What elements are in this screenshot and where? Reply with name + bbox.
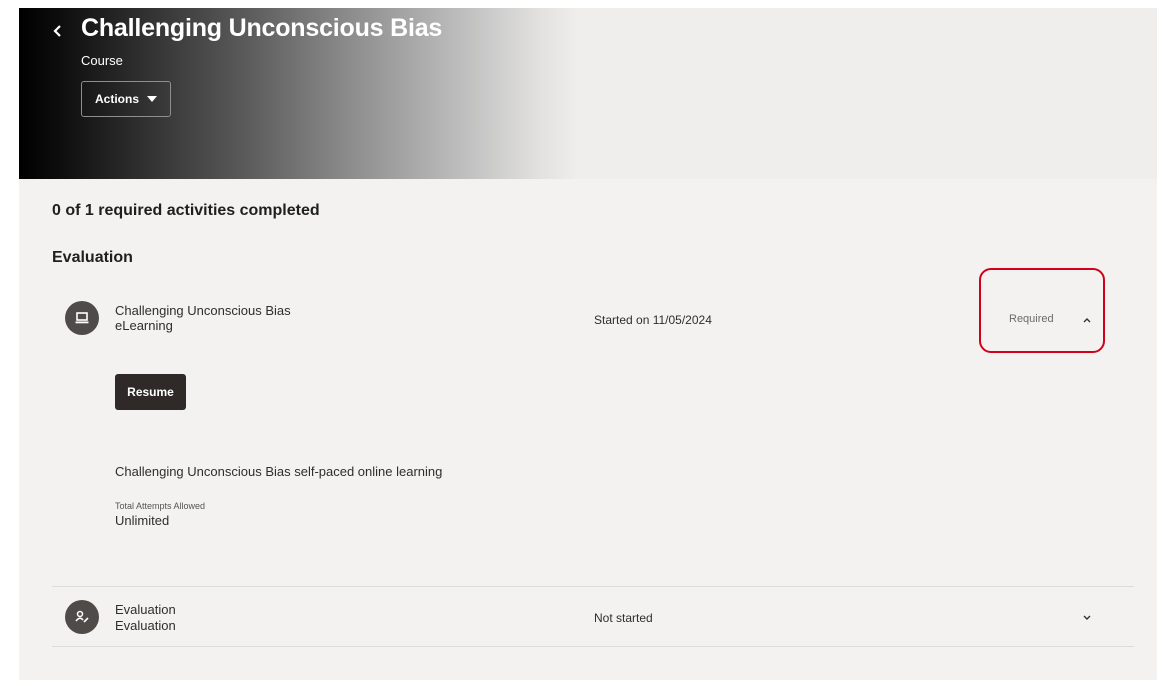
laptop-icon [65, 301, 99, 335]
divider [52, 646, 1134, 647]
resume-button[interactable]: Resume [115, 374, 186, 410]
page-subtitle: Course [81, 53, 123, 68]
attempts-value: Unlimited [115, 513, 170, 528]
actions-menu-button[interactable]: Actions [81, 81, 171, 117]
chevron-left-icon [53, 25, 61, 37]
page-frame: Challenging Unconscious Bias Course Acti… [19, 8, 1157, 680]
attempts-label: Total Attempts Allowed [115, 501, 206, 511]
activity-type: eLearning [115, 318, 173, 333]
activity-type: Evaluation [115, 618, 176, 633]
caret-down-icon [147, 96, 157, 102]
required-highlight-annotation [979, 268, 1105, 353]
actions-button-label: Actions [94, 92, 139, 106]
activity-status: Not started [594, 611, 653, 625]
activity-title: Evaluation [115, 602, 176, 617]
completion-progress: 0 of 1 required activities completed [52, 202, 320, 219]
activity-status: Started on 11/05/2024 [594, 313, 712, 327]
section-title: Evaluation [52, 249, 133, 266]
activity-description: Challenging Unconscious Bias self-paced … [115, 464, 443, 479]
divider [52, 586, 1134, 587]
chevron-down-icon[interactable] [1080, 611, 1094, 625]
evaluation-icon [65, 600, 99, 634]
back-button[interactable] [48, 18, 68, 44]
page-title: Challenging Unconscious Bias [81, 14, 443, 42]
course-header: Challenging Unconscious Bias Course Acti… [19, 8, 1157, 179]
activity-title: Challenging Unconscious Bias [115, 303, 291, 318]
